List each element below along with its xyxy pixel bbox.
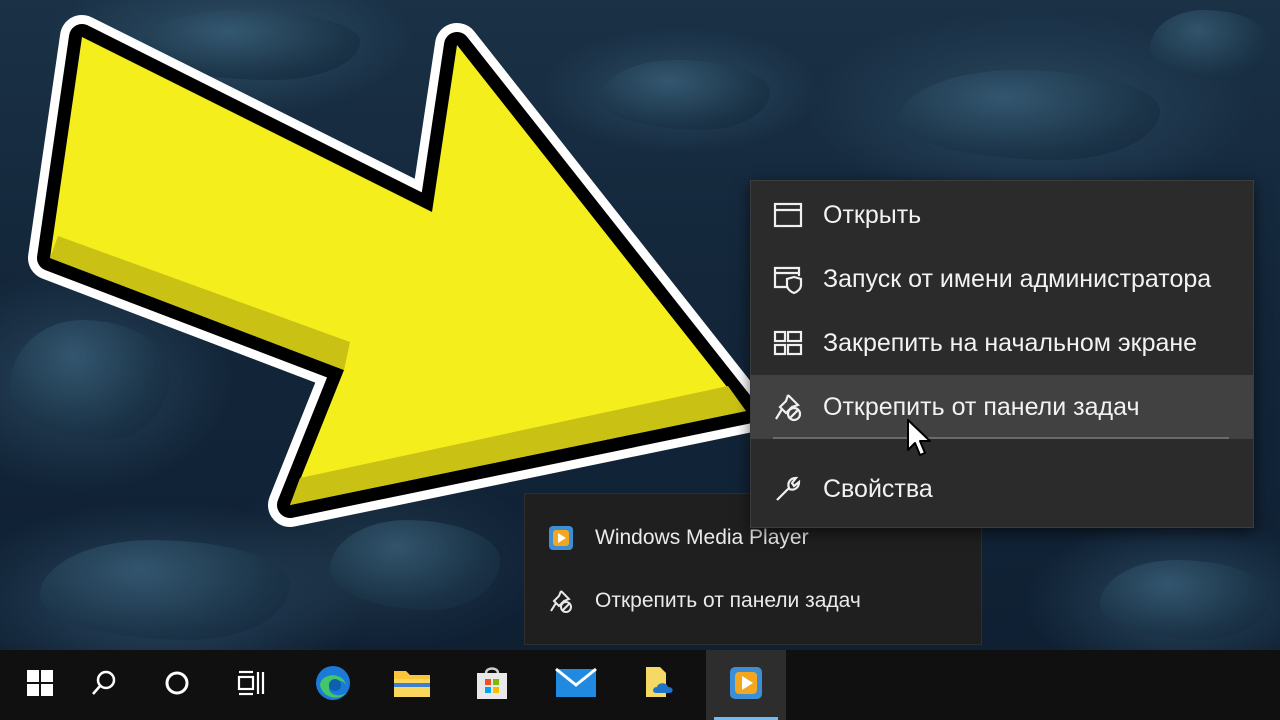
- window-icon: [771, 198, 805, 232]
- cortana-button[interactable]: [137, 650, 217, 720]
- jump-item-unpin[interactable]: Открепить от панели задач: [525, 572, 981, 630]
- media-player-taskbar-button[interactable]: [706, 650, 786, 720]
- search-button[interactable]: [64, 650, 144, 720]
- mail-button[interactable]: [536, 650, 616, 720]
- context-menu: Открыть Запуск от имени администратора З…: [750, 180, 1254, 528]
- jump-item-label: Windows Media Player: [595, 526, 809, 549]
- store-button[interactable]: [452, 650, 532, 720]
- mouse-cursor-icon: [907, 419, 931, 456]
- wrench-icon: [771, 472, 805, 506]
- menu-item-pin-to-start[interactable]: Закрепить на начальном экране: [751, 311, 1253, 375]
- menu-item-unpin-from-taskbar[interactable]: Открепить от панели задач: [751, 375, 1253, 439]
- tiles-icon: [771, 326, 805, 360]
- menu-item-label: Открепить от панели задач: [823, 392, 1140, 421]
- mail-icon: [554, 665, 598, 706]
- menu-item-label: Запуск от имени администратора: [823, 264, 1212, 293]
- edge-icon: [313, 663, 353, 708]
- jump-item-label: Открепить от панели задач: [595, 589, 861, 612]
- menu-item-properties[interactable]: Свойства: [751, 457, 1253, 521]
- menu-item-label: Открыть: [823, 200, 922, 229]
- windows-logo-icon: [26, 669, 54, 702]
- file-explorer-button[interactable]: [372, 650, 452, 720]
- cortana-circle-icon: [163, 669, 191, 702]
- onedrive-folder-button[interactable]: [618, 650, 698, 720]
- media-player-icon: [726, 663, 766, 708]
- taskbar: [0, 650, 1280, 720]
- unpin-icon: [547, 587, 575, 615]
- store-bag-icon: [472, 663, 512, 708]
- menu-item-open[interactable]: Открыть: [751, 183, 1253, 247]
- folder-icon: [392, 665, 432, 706]
- onedrive-file-icon: [638, 663, 678, 708]
- media-player-icon: [547, 524, 575, 552]
- unpin-icon: [771, 390, 805, 424]
- edge-button[interactable]: [293, 650, 373, 720]
- menu-item-label: Закрепить на начальном экране: [823, 328, 1198, 357]
- shield-window-icon: [771, 262, 805, 296]
- menu-separator: [773, 437, 1229, 439]
- menu-item-label: Свойства: [823, 474, 933, 503]
- task-view-button[interactable]: [211, 650, 291, 720]
- menu-item-run-as-admin[interactable]: Запуск от имени администратора: [751, 247, 1253, 311]
- task-view-icon: [236, 668, 266, 703]
- search-icon: [89, 668, 119, 703]
